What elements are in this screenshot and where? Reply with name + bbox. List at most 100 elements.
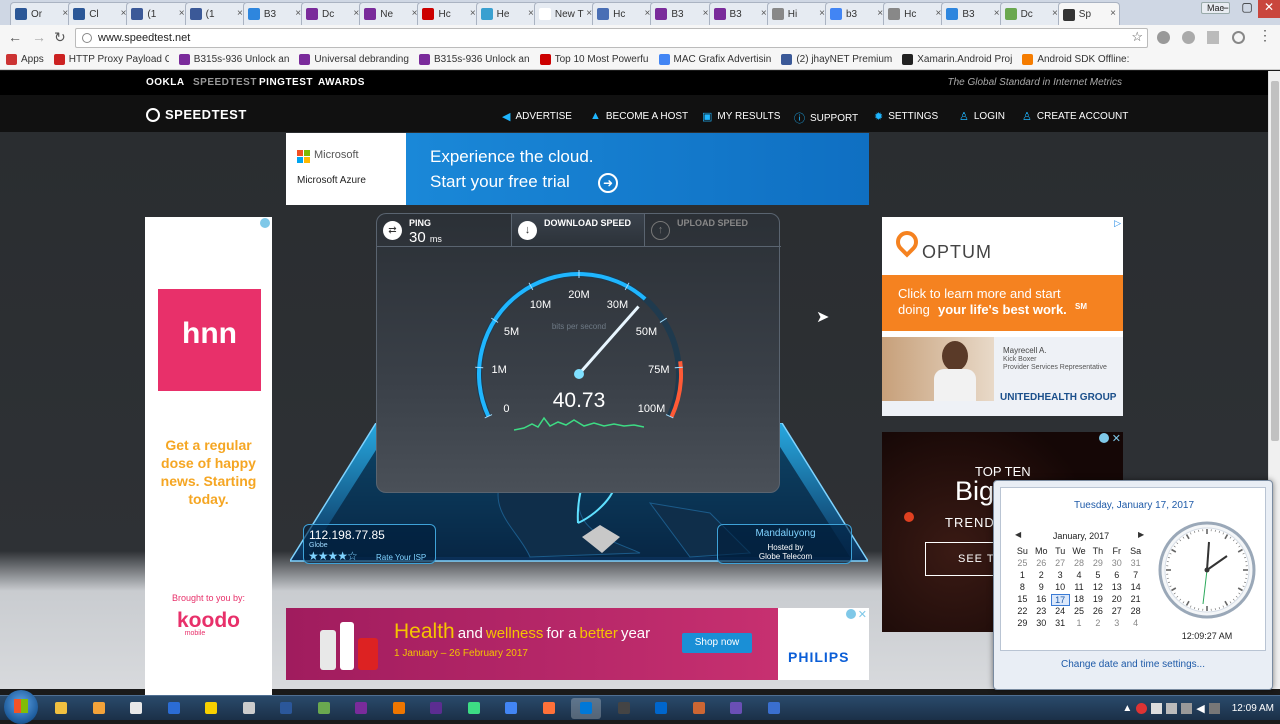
taskbar-app-button[interactable]: [271, 698, 301, 719]
calendar-day[interactable]: 1: [1070, 618, 1089, 630]
calendar-day[interactable]: 23: [1032, 606, 1051, 618]
extension-icon-2[interactable]: [1182, 31, 1195, 44]
calendar-day[interactable]: 10: [1051, 582, 1070, 594]
calendar-day[interactable]: 4: [1070, 570, 1089, 582]
browser-tab[interactable]: New T×: [534, 2, 596, 25]
calendar-day[interactable]: 9: [1032, 582, 1051, 594]
back-icon[interactable]: ←: [8, 29, 22, 45]
calendar-day[interactable]: 15: [1013, 594, 1032, 606]
nav-pingtest[interactable]: PINGTEST: [259, 77, 313, 88]
bookmark-item[interactable]: B315s-936 Unlock an: [419, 54, 530, 65]
bookmark-item[interactable]: Universal debranding: [299, 54, 409, 65]
info-icon[interactable]: [82, 33, 92, 43]
tray-network-icon[interactable]: [1151, 703, 1162, 714]
tab-close-icon[interactable]: ×: [470, 8, 476, 19]
start-button[interactable]: [4, 690, 38, 724]
taskbar-app-button[interactable]: [234, 698, 264, 719]
calendar-day[interactable]: 17: [1051, 594, 1070, 606]
calendar-day[interactable]: 3: [1051, 570, 1070, 582]
rate-isp-link[interactable]: Rate Your ISP: [376, 553, 426, 562]
calendar-day[interactable]: 4: [1126, 618, 1145, 630]
taskbar-app-button[interactable]: [571, 698, 601, 719]
tray-monitor-icon[interactable]: [1209, 703, 1220, 714]
extension-icon-4[interactable]: [1232, 31, 1245, 44]
calendar-day[interactable]: 5: [1088, 570, 1107, 582]
close-window-button[interactable]: ✕: [1258, 0, 1280, 18]
adchoices-icon[interactable]: ▷: [1114, 218, 1121, 229]
browser-tab[interactable]: B3×: [941, 2, 1003, 25]
nav-speedtest[interactable]: SPEEDTEST: [193, 77, 257, 88]
scrollbar-thumb[interactable]: [1271, 81, 1279, 441]
rating-stars-icon[interactable]: ★★★★☆: [308, 549, 357, 563]
date-time-settings-link[interactable]: Change date and time settings...: [994, 659, 1272, 670]
philips-banner-ad[interactable]: Health and wellness for a better year 1 …: [286, 608, 869, 680]
maximize-button[interactable]: ▢: [1236, 0, 1258, 18]
adchoices-icon[interactable]: [1099, 433, 1109, 443]
bookmark-item[interactable]: (2) jhayNET Premium: [781, 54, 892, 65]
tray-flag-icon[interactable]: [1166, 703, 1177, 714]
nav-ookla[interactable]: OOKLA: [146, 77, 185, 88]
browser-tab[interactable]: b3×: [825, 2, 887, 25]
nav-my-results[interactable]: ▣MY RESULTS: [702, 110, 780, 123]
taskbar-app-button[interactable]: [646, 698, 676, 719]
browser-tab[interactable]: He×: [476, 2, 538, 25]
taskbar-app-button[interactable]: [309, 698, 339, 719]
browser-tab[interactable]: Or×: [10, 2, 72, 25]
taskbar-app-button[interactable]: [421, 698, 451, 719]
taskbar-app-button[interactable]: [534, 698, 564, 719]
tray-expand-icon[interactable]: ▲: [1122, 703, 1132, 714]
browser-tab[interactable]: Cl×: [68, 2, 130, 25]
hnn-skyscraper-ad[interactable]: hnn Get a regular dose of happy news. St…: [145, 217, 272, 695]
calendar-day[interactable]: 30: [1107, 558, 1126, 570]
taskbar-app-button[interactable]: [121, 698, 151, 719]
nav-login[interactable]: ♙LOGIN: [959, 110, 1005, 123]
optum-ad[interactable]: ▷ OPTUM Click to learn more and start do…: [882, 217, 1123, 416]
calendar-day[interactable]: 31: [1126, 558, 1145, 570]
calendar-day[interactable]: 2: [1032, 570, 1051, 582]
calendar-day[interactable]: 16: [1032, 594, 1051, 606]
azure-banner-ad[interactable]: Microsoft Microsoft Azure Experience the…: [286, 133, 869, 205]
bookmark-item[interactable]: Xamarin.Android Proj: [902, 54, 1012, 65]
taskbar-clock[interactable]: 12:09 AM: [1232, 703, 1274, 714]
browser-tab[interactable]: B3×: [709, 2, 771, 25]
taskbar-app-button[interactable]: [159, 698, 189, 719]
speedtest-logo[interactable]: SPEEDTEST: [146, 107, 247, 122]
browser-tab[interactable]: Hc×: [592, 2, 654, 25]
calendar-day[interactable]: 14: [1126, 582, 1145, 594]
tray-power-icon[interactable]: [1181, 703, 1192, 714]
calendar-day[interactable]: 22: [1013, 606, 1032, 618]
browser-tab[interactable]: B3×: [650, 2, 712, 25]
browser-tab[interactable]: Sp×: [1058, 2, 1120, 26]
calendar-day[interactable]: 30: [1032, 618, 1051, 630]
forward-icon[interactable]: →: [32, 29, 46, 45]
calendar-day[interactable]: 25: [1070, 606, 1089, 618]
calendar-day[interactable]: 11: [1070, 582, 1089, 594]
tab-close-icon[interactable]: ×: [761, 8, 767, 19]
taskbar-app-button[interactable]: [196, 698, 226, 719]
bookmark-item[interactable]: Android SDK Offline:: [1022, 54, 1129, 65]
browser-tab[interactable]: B3×: [243, 2, 305, 25]
taskbar-app-button[interactable]: [609, 698, 639, 719]
nav-become-host[interactable]: ▲BECOME A HOST: [590, 110, 688, 122]
calendar-day[interactable]: 19: [1088, 594, 1107, 606]
adchoices-icon[interactable]: [260, 218, 270, 228]
browser-tab[interactable]: Hc×: [417, 2, 479, 25]
calendar-day[interactable]: 26: [1088, 606, 1107, 618]
taskbar-app-button[interactable]: [459, 698, 489, 719]
server-info-box[interactable]: Mandaluyong Hosted by Globe Telecom: [717, 524, 852, 564]
adchoices-icon[interactable]: [846, 609, 856, 619]
tray-volume-icon[interactable]: ◀: [1196, 702, 1204, 715]
calendar-day[interactable]: 20: [1107, 594, 1126, 606]
bookmark-item[interactable]: Top 10 Most Powerfu: [540, 54, 649, 65]
bookmark-item[interactable]: Apps: [6, 54, 44, 65]
long-date-link[interactable]: Tuesday, January 17, 2017: [1001, 500, 1267, 511]
calendar-day[interactable]: 29: [1088, 558, 1107, 570]
tab-close-icon[interactable]: ×: [1110, 8, 1116, 19]
taskbar-app-button[interactable]: [496, 698, 526, 719]
calendar-day[interactable]: 8: [1013, 582, 1032, 594]
address-bar[interactable]: www.speedtest.net ☆: [75, 28, 1148, 48]
month-year-label[interactable]: January, 2017: [1031, 531, 1131, 541]
taskbar-app-button[interactable]: [46, 698, 76, 719]
calendar-day[interactable]: 18: [1070, 594, 1089, 606]
calendar-day[interactable]: 27: [1107, 606, 1126, 618]
